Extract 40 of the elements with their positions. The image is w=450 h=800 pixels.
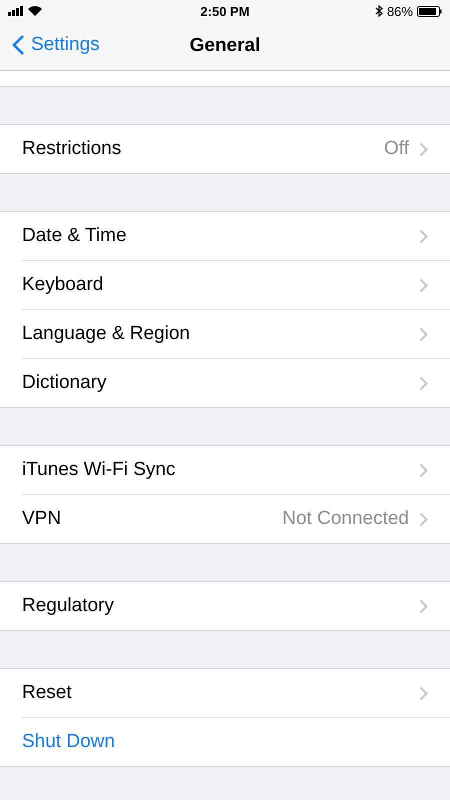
battery-icon [416,6,442,16]
row-label: Shut Down [22,731,116,753]
settings-row[interactable]: iTunes Wi-Fi Sync [0,446,450,494]
row-label: Reset [22,682,73,704]
battery-percent: 86% [386,4,413,18]
status-time: 2:50 PM [200,4,250,18]
settings-row[interactable]: Keyboard [22,260,450,309]
back-chevron-icon [12,34,25,56]
chevron-icon [419,512,428,526]
row-label: Keyboard [22,274,104,296]
chevron-icon [419,598,428,614]
chevron-icon [419,686,428,700]
settings-row[interactable]: Date & Time [0,212,450,260]
settings-row[interactable]: VPN Not Connected [22,494,450,543]
action-row[interactable]: Shut Down [22,717,450,766]
row-label: Date & Time [22,225,128,247]
chevron-icon [419,228,428,244]
row-label: Regulatory [22,595,115,617]
back-button[interactable]: Settings [10,32,102,58]
settings-row[interactable]: Dictionary [22,358,450,407]
row-value: Not Connected [282,508,409,530]
settings-row[interactable]: Regulatory [0,582,450,630]
settings-row[interactable]: Language & Region [22,309,450,358]
signal-icon [8,6,24,16]
row-label: iTunes Wi-Fi Sync [22,459,176,481]
nav-title: General [190,35,260,57]
row-label: Restrictions [22,138,122,160]
wifi-icon [28,6,42,16]
row-label: Language & Region [22,323,191,345]
settings-row[interactable]: Reset [0,669,450,717]
row-label: Dictionary [22,372,108,394]
settings-row[interactable]: Restrictions Off [0,125,450,173]
row-value: Off [384,138,409,160]
chevron-icon [419,326,428,342]
chevron-icon [419,278,428,292]
chevron-icon [419,462,428,478]
chevron-icon [419,142,428,156]
chevron-icon [419,376,428,390]
bluetooth-icon [374,5,383,17]
row-label: VPN [22,508,62,530]
